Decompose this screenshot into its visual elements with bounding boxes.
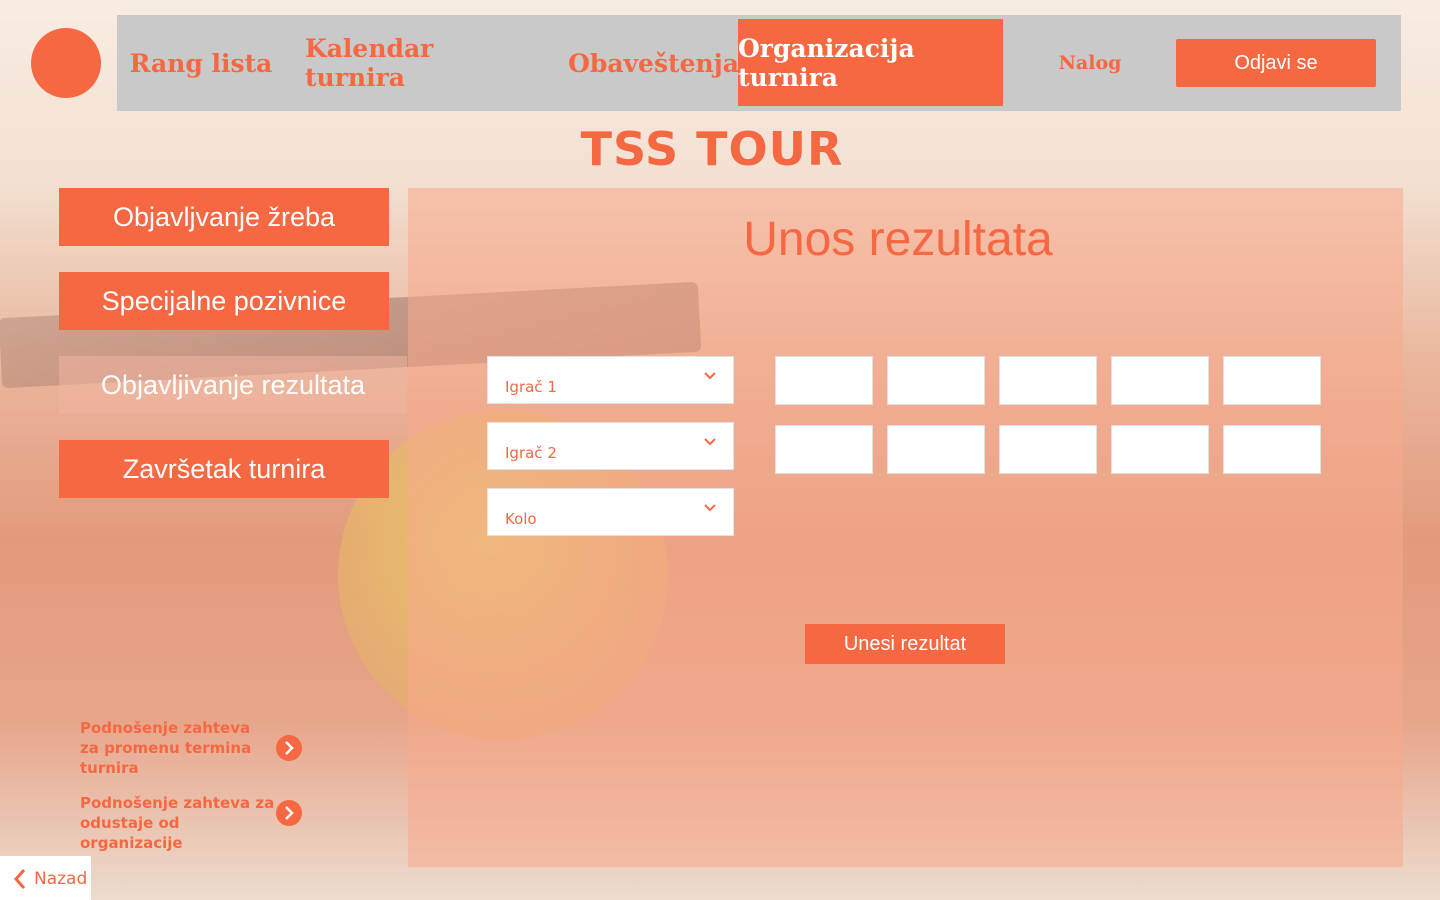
player-1-select-label: Igrač 1 [505, 378, 557, 396]
player-1-set-1-input[interactable] [775, 356, 873, 405]
nav-item-obavestenja[interactable]: Obaveštenja [568, 15, 739, 111]
player-2-set-4-input[interactable] [1111, 425, 1209, 474]
nav-item-organizacija-turnira[interactable]: Organizacija turnira [738, 19, 1003, 106]
back-button[interactable]: Nazad [0, 856, 91, 900]
round-select[interactable]: Kolo [487, 488, 734, 536]
top-navbar: Rang lista Kalendar turnira Obaveštenja … [117, 15, 1401, 111]
nav-item-rang-lista[interactable]: Rang lista [117, 15, 285, 111]
player-1-select[interactable]: Igrač 1 [487, 356, 734, 404]
submit-result-button[interactable]: Unesi rezultat [805, 624, 1005, 664]
chevron-right-icon [285, 806, 294, 820]
chevron-down-icon [704, 372, 716, 380]
player-1-set-4-input[interactable] [1111, 356, 1209, 405]
request-withdraw-arrow[interactable] [276, 800, 302, 826]
player-2-select-label: Igrač 2 [505, 444, 557, 462]
request-reschedule-arrow[interactable] [276, 735, 302, 761]
sidebar-item-zavrsetak-turnira[interactable]: Završetak turnira [59, 440, 389, 498]
chevron-down-icon [704, 438, 716, 446]
player-2-set-2-input[interactable] [887, 425, 985, 474]
sidebar-item-objavljivanje-rezultata[interactable]: Objavljivanje rezultata [59, 356, 407, 414]
chevron-right-icon [285, 741, 294, 755]
player-1-set-2-input[interactable] [887, 356, 985, 405]
round-select-label: Kolo [505, 510, 537, 528]
player-2-select[interactable]: Igrač 2 [487, 422, 734, 470]
player-1-set-5-input[interactable] [1223, 356, 1321, 405]
sidebar-item-objavljivanje-zreba[interactable]: Objavljvanje žreba [59, 188, 389, 246]
request-withdraw-link[interactable]: Podnošenje zahteva za odustaje od organi… [80, 793, 280, 853]
logo[interactable] [31, 28, 101, 98]
nav-item-nalog[interactable]: Nalog [1047, 15, 1133, 111]
chevron-down-icon [704, 504, 716, 512]
player-1-set-3-input[interactable] [999, 356, 1097, 405]
player-2-set-5-input[interactable] [1223, 425, 1321, 474]
nav-item-kalendar-turnira[interactable]: Kalendar turnira [305, 15, 515, 111]
player-2-set-1-input[interactable] [775, 425, 873, 474]
player-2-set-3-input[interactable] [999, 425, 1097, 474]
logout-button[interactable]: Odjavi se [1176, 39, 1376, 87]
sidebar-item-specijalne-pozivnice[interactable]: Specijalne pozivnice [59, 272, 389, 330]
request-reschedule-link[interactable]: Podnošenje zahteva za promenu termina tu… [80, 718, 270, 778]
results-entry-panel: Unos rezultata Igrač 1 Igrač 2 Kolo Unes… [408, 188, 1403, 867]
page-title: TSS TOUR [580, 122, 844, 176]
panel-title: Unos rezultata [743, 213, 1053, 266]
chevron-left-icon [13, 869, 26, 889]
back-label: Nazad [34, 869, 88, 889]
